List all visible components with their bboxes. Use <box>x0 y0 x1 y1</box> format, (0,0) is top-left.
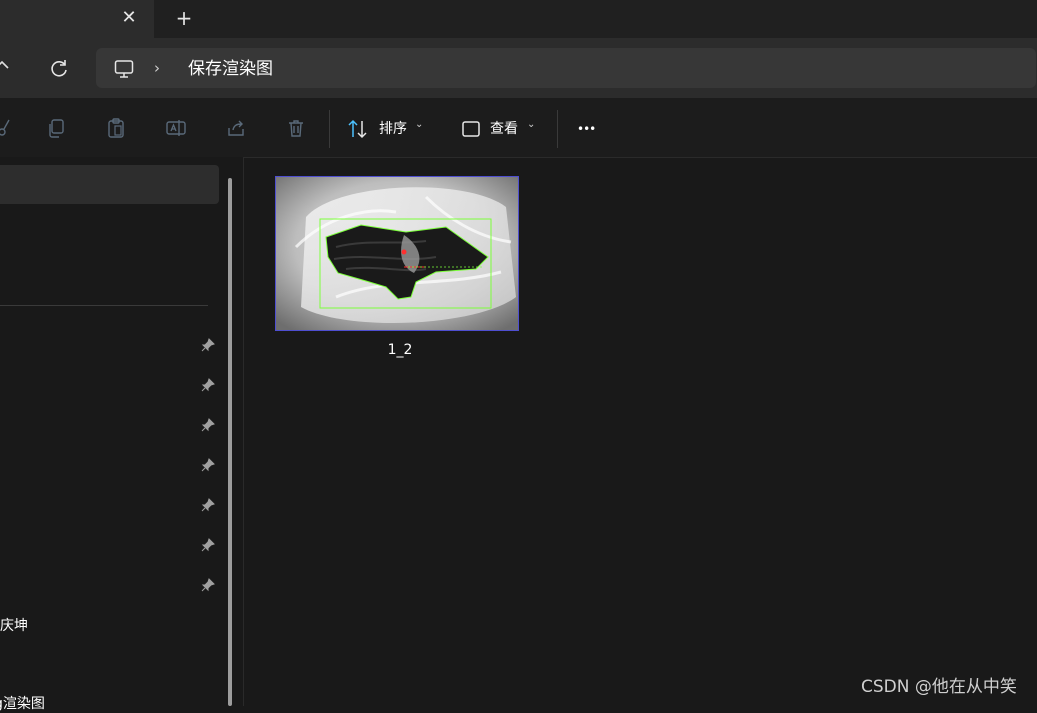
file-name[interactable]: 1_2 <box>360 340 440 360</box>
nav-item-label[interactable]: 庆坤 <box>0 617 28 635</box>
nav-scrollbar[interactable] <box>228 178 232 706</box>
chevron-down-icon: ⌄ <box>415 119 424 130</box>
new-tab-button[interactable]: + <box>173 7 195 29</box>
thumbnail-image <box>276 177 518 330</box>
breadcrumb-separator[interactable]: › <box>154 60 168 76</box>
command-separator <box>329 110 330 148</box>
up-arrow-icon[interactable] <box>0 58 10 78</box>
pin-icon <box>201 418 215 432</box>
breadcrumb-current-folder[interactable]: 保存渲染图 <box>188 58 273 80</box>
watermark-text: CSDN @他在从中笑 <box>861 677 1017 697</box>
pin-icon <box>201 578 215 592</box>
nav-divider <box>0 305 208 306</box>
this-pc-icon[interactable] <box>113 58 135 80</box>
sort-button[interactable]: 排序 ⌄ <box>346 118 436 140</box>
paste-icon[interactable] <box>104 116 128 140</box>
share-icon[interactable] <box>224 116 248 140</box>
pin-icon <box>201 378 215 392</box>
refresh-icon[interactable] <box>46 56 72 82</box>
chevron-down-icon: ⌄ <box>527 119 536 130</box>
file-thumbnail[interactable] <box>275 176 519 331</box>
tab-strip <box>0 0 1037 38</box>
sort-icon <box>346 118 370 144</box>
cut-icon[interactable] <box>0 116 12 140</box>
rename-icon[interactable] <box>164 116 188 140</box>
pin-icon <box>201 538 215 552</box>
nav-item-selected[interactable] <box>0 165 219 204</box>
nav-item-label[interactable]: g渲染图 <box>0 695 45 713</box>
delete-icon[interactable] <box>284 116 308 140</box>
sort-label: 排序 <box>379 121 407 137</box>
close-tab-icon[interactable]: ✕ <box>118 7 140 29</box>
pin-icon <box>201 498 215 512</box>
more-options-icon[interactable]: ••• <box>577 119 601 139</box>
view-button[interactable]: 查看 ⌄ <box>460 118 550 140</box>
view-label: 查看 <box>490 121 518 137</box>
pin-icon <box>201 458 215 472</box>
view-icon <box>460 118 482 144</box>
pin-icon <box>201 338 215 352</box>
copy-icon[interactable] <box>44 116 68 140</box>
command-separator <box>557 110 558 148</box>
